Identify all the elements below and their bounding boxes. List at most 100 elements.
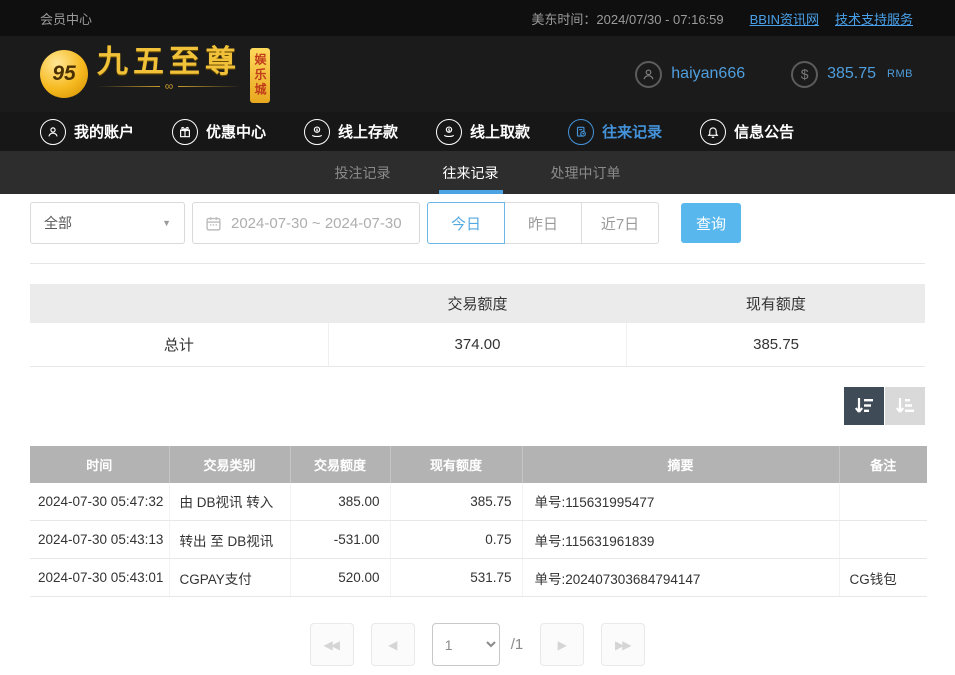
summary-total-label: 总计 (30, 323, 328, 366)
nav-item-transaction-records[interactable]: 往来记录 (568, 119, 662, 145)
nav-item-my-account[interactable]: 我的账户 (40, 119, 134, 145)
last-page-icon: ▶▶ (615, 638, 629, 652)
first-page-button[interactable]: ◀◀ (310, 623, 354, 666)
balance-display: $ 385.75 RMB (791, 61, 913, 88)
gift-icon (172, 119, 198, 145)
cell-time: 2024-07-30 05:47:32 (30, 483, 169, 521)
summary-transaction-total: 374.00 (328, 323, 626, 366)
col-header-type: 交易类别 (169, 446, 290, 483)
col-header-balance: 现有额度 (390, 446, 522, 483)
prev-page-button[interactable]: ◀ (371, 623, 415, 666)
page-total-label: /1 (511, 636, 524, 653)
today-button[interactable]: 今日 (427, 202, 505, 244)
site-logo[interactable]: 95 九五至尊 ∞ 娱乐城 (40, 45, 270, 103)
page-select[interactable]: 1 (432, 623, 500, 666)
deposit-icon: ¥ (304, 119, 330, 145)
type-select[interactable]: 全部 ▼ (30, 202, 185, 244)
cell-time: 2024-07-30 05:43:01 (30, 559, 169, 597)
yesterday-button[interactable]: 昨日 (504, 202, 582, 244)
tab-processing-orders[interactable]: 处理中订单 (547, 151, 625, 194)
table-row: 2024-07-30 05:43:01 CGPAY支付 520.00 531.7… (30, 559, 927, 597)
summary-current-total: 385.75 (627, 323, 925, 366)
username: haiyan666 (671, 65, 745, 83)
cell-balance: 0.75 (390, 521, 522, 559)
last-page-button[interactable]: ▶▶ (601, 623, 645, 666)
summary-header-empty (30, 284, 328, 323)
cell-type: 转出 至 DB视讯 (169, 521, 290, 559)
cell-amount: 385.00 (290, 483, 390, 521)
currency-label: RMB (887, 68, 913, 80)
col-header-amount: 交易额度 (290, 446, 390, 483)
records-icon (568, 119, 594, 145)
calendar-icon (205, 215, 222, 232)
next-page-icon: ▶ (558, 638, 565, 652)
cell-amount: 520.00 (290, 559, 390, 597)
cell-summary: 单号:115631995477 (522, 483, 839, 521)
svg-text:¥: ¥ (316, 127, 319, 132)
cell-type: 由 DB视讯 转入 (169, 483, 290, 521)
logo-flourish-icon: ∞ (97, 80, 241, 92)
nav-item-deposit[interactable]: ¥ 线上存款 (304, 119, 398, 145)
sort-descending-icon (852, 394, 876, 418)
tech-support-link[interactable]: 技术支持服务 (835, 9, 913, 28)
prev-page-icon: ◀ (388, 638, 395, 652)
next-page-button[interactable]: ▶ (540, 623, 584, 666)
main-nav: 我的账户 优惠中心 ¥ 线上存款 $ 线上取款 (0, 112, 955, 151)
logo-badge: 娱乐城 (250, 48, 270, 103)
chevron-down-icon: ▼ (162, 218, 171, 228)
quick-date-group: 今日 昨日 近7日 (427, 202, 659, 244)
logo-title: 九五至尊 (97, 45, 241, 79)
tab-transaction-records[interactable]: 往来记录 (439, 151, 503, 194)
content-area: 全部 ▼ 2024-07-30 ~ 2024-07-30 今日 昨日 近7日 查… (0, 202, 955, 666)
col-header-note: 备注 (839, 446, 927, 483)
col-header-time: 时间 (30, 446, 169, 483)
cell-summary: 单号:115631961839 (522, 521, 839, 559)
sub-nav: 投注记录 往来记录 处理中订单 (0, 151, 955, 194)
pagination: ◀◀ ◀ 1 /1 ▶ ▶▶ (30, 623, 925, 666)
cell-note: CG钱包 (839, 559, 927, 597)
filter-bar: 全部 ▼ 2024-07-30 ~ 2024-07-30 今日 昨日 近7日 查… (30, 202, 925, 264)
withdraw-icon: $ (436, 119, 462, 145)
eastern-time-label: 美东时间：2024/07/30 - 07:16:59 (531, 9, 723, 28)
nav-item-withdraw[interactable]: $ 线上取款 (436, 119, 530, 145)
date-range-value: 2024-07-30 ~ 2024-07-30 (231, 215, 402, 232)
table-row: 2024-07-30 05:47:32 由 DB视讯 转入 385.00 385… (30, 483, 927, 521)
bbin-news-link[interactable]: BBIN资讯网 (750, 9, 819, 28)
sort-ascending-button[interactable] (885, 387, 925, 425)
cell-balance: 531.75 (390, 559, 522, 597)
summary-row: 总计 374.00 385.75 (30, 323, 925, 366)
user-account[interactable]: haiyan666 (635, 61, 745, 88)
cell-summary: 单号:202407303684794147 (522, 559, 839, 597)
type-select-value: 全部 (44, 213, 72, 233)
user-icon (40, 119, 66, 145)
summary-header-transaction: 交易额度 (328, 284, 626, 323)
member-center-label: 会员中心 (40, 9, 92, 28)
sort-controls (30, 387, 925, 425)
records-table: 时间 交易类别 交易额度 现有额度 摘要 备注 2024-07-30 05:47… (30, 446, 927, 598)
search-button[interactable]: 查询 (681, 203, 741, 243)
summary-table: 交易额度 现有额度 总计 374.00 385.75 (30, 284, 925, 367)
nav-item-announcements[interactable]: 信息公告 (700, 119, 794, 145)
cell-time: 2024-07-30 05:43:13 (30, 521, 169, 559)
first-page-icon: ◀◀ (324, 638, 338, 652)
site-header: 95 九五至尊 ∞ 娱乐城 haiyan666 $ 385.75 RMB (0, 36, 955, 112)
bell-icon (700, 119, 726, 145)
cell-type: CGPAY支付 (169, 559, 290, 597)
user-avatar-icon (635, 61, 662, 88)
balance-amount: 385.75 (827, 65, 876, 83)
nav-item-promotions[interactable]: 优惠中心 (172, 119, 266, 145)
dollar-icon: $ (791, 61, 818, 88)
cell-balance: 385.75 (390, 483, 522, 521)
date-range-input[interactable]: 2024-07-30 ~ 2024-07-30 (192, 202, 420, 244)
summary-header-current: 现有额度 (627, 284, 925, 323)
logo-95-icon: 95 (40, 50, 88, 98)
last-7-days-button[interactable]: 近7日 (581, 202, 659, 244)
cell-note (839, 521, 927, 559)
sort-descending-button[interactable] (844, 387, 884, 425)
sort-ascending-icon (893, 394, 917, 418)
tab-betting-records[interactable]: 投注记录 (331, 151, 395, 194)
top-bar: 会员中心 美东时间：2024/07/30 - 07:16:59 BBIN资讯网 … (0, 0, 955, 36)
svg-text:$: $ (448, 127, 451, 132)
table-row: 2024-07-30 05:43:13 转出 至 DB视讯 -531.00 0.… (30, 521, 927, 559)
col-header-summary: 摘要 (522, 446, 839, 483)
